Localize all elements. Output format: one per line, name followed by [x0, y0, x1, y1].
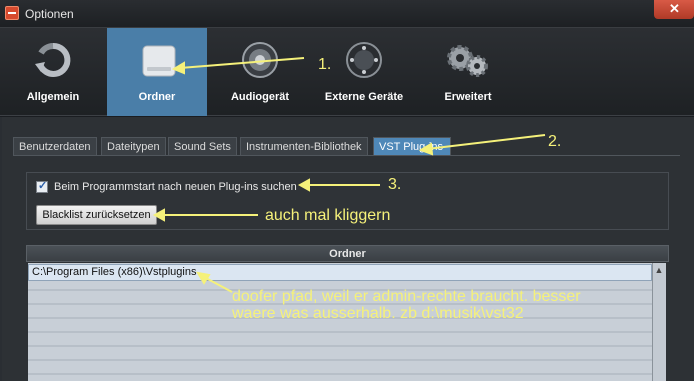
folder-list-header: Ordner — [26, 245, 669, 262]
drive-icon — [142, 45, 176, 77]
title-bar: Optionen ✕ — [0, 0, 694, 28]
close-button[interactable]: ✕ — [654, 0, 694, 19]
scan-on-start-checkbox[interactable] — [36, 179, 48, 193]
tab-sound-sets[interactable]: Sound Sets — [168, 137, 237, 156]
app-icon — [5, 6, 19, 20]
refresh-icon — [35, 42, 71, 77]
window-title: Optionen — [25, 7, 74, 21]
category-label: Ordner — [138, 91, 176, 103]
tab-instrumenten-bibliothek[interactable]: Instrumenten-Bibliothek — [240, 137, 368, 156]
category-erweitert[interactable]: Erweitert — [418, 28, 518, 116]
annotation-path-note-1: doofer pfad, weil er admin-rechte brauch… — [232, 288, 581, 305]
category-label: Externe Geräte — [324, 91, 404, 103]
annotation-path-note-2: waere was ausserhalb. zb d:\musik\vst32 — [232, 305, 524, 322]
gears-icon — [447, 45, 488, 77]
close-icon: ✕ — [669, 1, 680, 16]
tab-benutzerdaten[interactable]: Benutzerdaten — [13, 137, 97, 156]
annotation-step-1: 1. — [318, 56, 332, 73]
scroll-up-icon[interactable]: ▲ — [652, 265, 666, 279]
tab-divider — [13, 155, 680, 156]
annotation-click-note: auch mal kliggern — [265, 207, 391, 224]
category-audiogeraet[interactable]: Audiogerät — [210, 28, 310, 116]
annotation-step-3: 3. — [388, 176, 402, 193]
annotation-step-2: 2. — [548, 133, 562, 150]
reset-blacklist-button[interactable]: Blacklist zurücksetzen — [36, 205, 157, 225]
knob-icon — [346, 42, 382, 78]
category-allgemein[interactable]: Allgemein — [3, 28, 103, 116]
category-label: Erweitert — [444, 91, 492, 103]
category-label: Allgemein — [26, 91, 80, 103]
category-label: Audiogerät — [230, 91, 290, 103]
folder-path: C:\Program Files (x86)\Vstplugins — [32, 266, 197, 278]
category-ordner[interactable]: Ordner — [107, 28, 207, 116]
tab-vst-plugins[interactable]: VST Plug-ins — [373, 137, 451, 156]
category-toolbar: Allgemein Ordner Audiogerät Externe Gerä… — [0, 28, 694, 116]
scan-on-start-label: Beim Programmstart nach neuen Plug-ins s… — [54, 181, 297, 193]
folder-list-scrollbar[interactable] — [652, 263, 666, 381]
speaker-icon — [242, 42, 278, 78]
tab-dateitypen[interactable]: Dateitypen — [101, 137, 166, 156]
